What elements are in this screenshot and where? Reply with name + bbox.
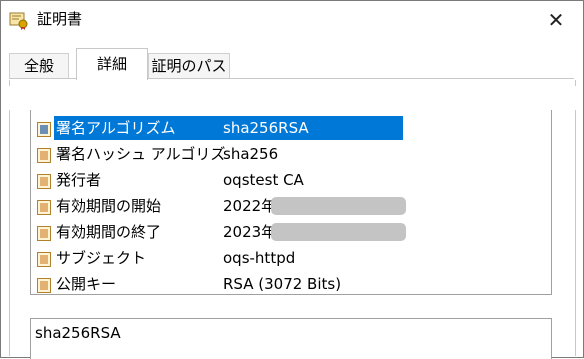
field-value: oqs-httpd: [223, 249, 296, 267]
window-title: 証明書: [37, 10, 83, 28]
field-list[interactable]: 署名アルゴリズム sha256RSA 署名ハッシュ アルゴリズ... sha25…: [30, 110, 552, 295]
field-value: 2022年: [223, 197, 277, 215]
tab-general[interactable]: 全般: [9, 53, 69, 79]
field-name: 有効期間の終了: [56, 223, 162, 241]
close-icon[interactable]: ✕: [543, 7, 569, 33]
list-item[interactable]: 署名ハッシュ アルゴリズ... sha256: [37, 142, 537, 166]
field-detail-text: sha256RSA: [35, 324, 121, 342]
field-detail-box[interactable]: sha256RSA: [30, 318, 552, 359]
list-item[interactable]: 公開キー RSA (3072 Bits): [37, 272, 537, 294]
certificate-field-icon: [37, 120, 51, 137]
field-value: oqstest CA: [223, 171, 304, 189]
list-item[interactable]: 有効期間の開始 2022年: [37, 194, 537, 218]
certificate-icon: [9, 10, 29, 30]
tab-details[interactable]: 詳細: [76, 48, 148, 80]
field-name: 署名ハッシュ アルゴリズ...: [56, 145, 226, 163]
vertical-scrollbar[interactable]: [551, 110, 552, 294]
field-name: 発行者: [56, 171, 102, 189]
redaction-box: [271, 223, 406, 241]
certificate-field-icon: [37, 250, 51, 267]
field-value: 2023年: [223, 223, 277, 241]
field-value: RSA (3072 Bits): [223, 275, 342, 293]
certificate-field-icon: [37, 146, 51, 163]
field-name: 署名アルゴリズム: [56, 119, 176, 137]
certificate-field-icon: [37, 172, 51, 189]
tab-bar: 全般 詳細 証明のパス: [9, 48, 574, 80]
field-name: 有効期間の開始: [56, 197, 162, 215]
tab-certification-path[interactable]: 証明のパス: [148, 53, 230, 79]
field-name: サブジェクト: [56, 249, 147, 267]
field-value: sha256RSA: [223, 119, 309, 137]
list-item[interactable]: 発行者 oqstest CA: [37, 168, 537, 192]
list-item[interactable]: 署名アルゴリズム sha256RSA: [37, 116, 537, 140]
list-item[interactable]: 有効期間の終了 2023年: [37, 220, 537, 244]
certificate-field-icon: [37, 198, 51, 215]
field-value: sha256: [223, 145, 279, 163]
title-bar: 証明書 ✕: [1, 1, 583, 39]
list-item[interactable]: サブジェクト oqs-httpd: [37, 246, 537, 270]
certificate-field-icon: [37, 276, 51, 293]
field-name: 公開キー: [56, 275, 117, 293]
certificate-field-icon: [37, 224, 51, 241]
panel-gap: [2, 86, 582, 110]
redaction-box: [271, 197, 406, 215]
